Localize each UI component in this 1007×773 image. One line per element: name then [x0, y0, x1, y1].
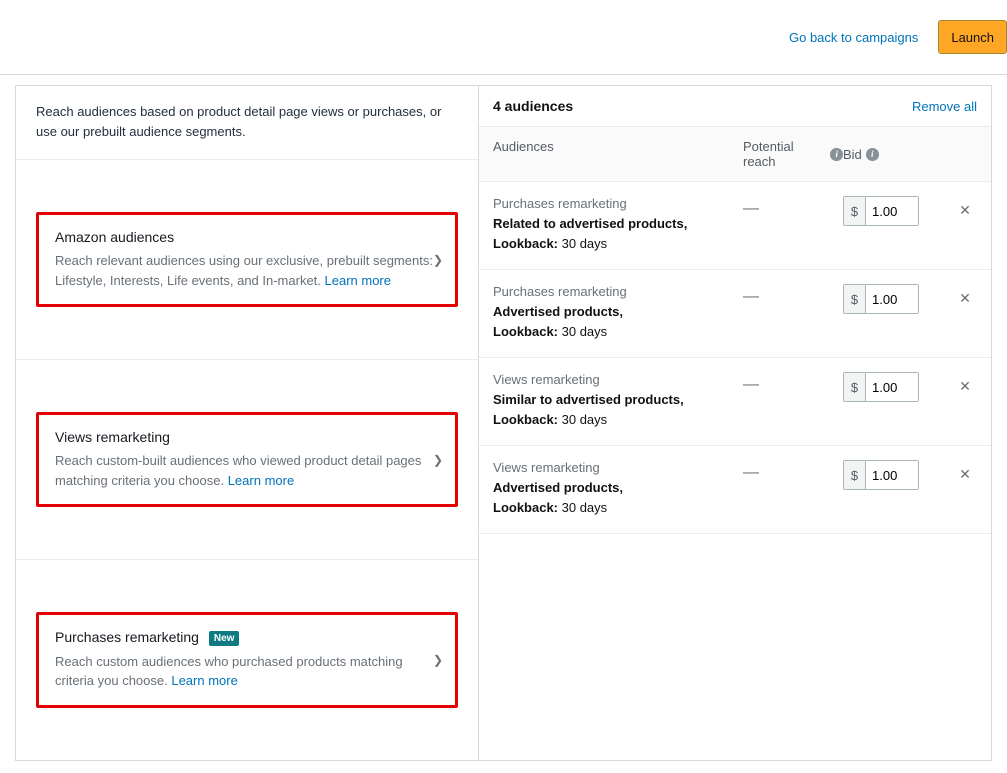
audience-rows: Purchases remarketing Related to advertis… [479, 182, 991, 534]
bid-input-group: $ [843, 460, 919, 490]
card-wrap-views-remarketing: Views remarketing Reach custom-built aud… [16, 360, 478, 560]
audiences-header: 4 audiences Remove all [479, 85, 991, 126]
card-purchases-remarketing[interactable]: Purchases remarketing New Reach custom a… [36, 612, 458, 708]
audience-detail: Similar to advertised products,Lookback:… [493, 390, 743, 429]
selected-audiences-panel: 4 audiences Remove all Audiences Potenti… [479, 85, 991, 760]
learn-more-link[interactable]: Learn more [171, 673, 237, 688]
card-title-text: Purchases remarketing [55, 629, 199, 645]
remove-row-button[interactable]: ✕ [953, 196, 977, 219]
audience-type: Purchases remarketing [493, 284, 743, 299]
card-description: Reach relevant audiences using our exclu… [55, 251, 439, 290]
card-description: Reach custom audiences who purchased pro… [55, 652, 439, 691]
currency-symbol: $ [844, 373, 866, 401]
col-header-reach: Potential reach i [743, 139, 843, 169]
table-row: Views remarketing Advertised products,Loo… [479, 446, 991, 534]
back-to-campaigns-link[interactable]: Go back to campaigns [789, 30, 918, 45]
currency-symbol: $ [844, 197, 866, 225]
remove-all-link[interactable]: Remove all [912, 99, 977, 114]
currency-symbol: $ [844, 285, 866, 313]
learn-more-link[interactable]: Learn more [228, 473, 294, 488]
audience-cell: Purchases remarketing Advertised products… [493, 284, 743, 341]
reach-cell: — [743, 196, 843, 218]
audience-detail: Advertised products,Lookback: 30 days [493, 302, 743, 341]
reach-cell: — [743, 372, 843, 394]
chevron-right-icon: ❯ [433, 453, 443, 467]
main-container: Reach audiences based on product detail … [15, 85, 992, 761]
audience-cell: Views remarketing Advertised products,Loo… [493, 460, 743, 517]
card-amazon-audiences[interactable]: Amazon audiences Reach relevant audience… [36, 212, 458, 307]
chevron-right-icon: ❯ [433, 653, 443, 667]
bid-input[interactable] [866, 373, 918, 401]
bid-cell: $ [843, 284, 953, 314]
audience-type-panel: Reach audiences based on product detail … [16, 85, 479, 760]
bid-cell: $ [843, 460, 953, 490]
remove-row-button[interactable]: ✕ [953, 284, 977, 307]
card-title: Purchases remarketing New [55, 629, 439, 646]
top-bar: Go back to campaigns Launch [0, 0, 1007, 75]
bid-input[interactable] [866, 197, 918, 225]
audience-cell: Views remarketing Similar to advertised p… [493, 372, 743, 429]
intro-text: Reach audiences based on product detail … [16, 85, 478, 160]
bid-input[interactable] [866, 285, 918, 313]
new-badge: New [209, 631, 240, 646]
card-wrap-amazon-audiences: Amazon audiences Reach relevant audience… [16, 160, 478, 360]
audience-type: Views remarketing [493, 372, 743, 387]
card-title: Amazon audiences [55, 229, 439, 245]
table-row: Purchases remarketing Related to advertis… [479, 182, 991, 270]
bid-input-group: $ [843, 284, 919, 314]
card-views-remarketing[interactable]: Views remarketing Reach custom-built aud… [36, 412, 458, 507]
col-header-audiences: Audiences [493, 139, 743, 169]
remove-row-button[interactable]: ✕ [953, 372, 977, 395]
card-wrap-purchases-remarketing: Purchases remarketing New Reach custom a… [16, 560, 478, 760]
remove-row-button[interactable]: ✕ [953, 460, 977, 483]
audience-type: Views remarketing [493, 460, 743, 475]
launch-button[interactable]: Launch [938, 20, 1007, 54]
chevron-right-icon: ❯ [433, 253, 443, 267]
info-icon[interactable]: i [830, 148, 843, 161]
audience-detail: Advertised products,Lookback: 30 days [493, 478, 743, 517]
reach-label: Potential reach [743, 139, 826, 169]
card-description: Reach custom-built audiences who viewed … [55, 451, 439, 490]
table-row: Views remarketing Similar to advertised p… [479, 358, 991, 446]
learn-more-link[interactable]: Learn more [325, 273, 391, 288]
table-row: Purchases remarketing Advertised products… [479, 270, 991, 358]
col-header-remove [953, 139, 977, 169]
audience-cell: Purchases remarketing Related to advertis… [493, 196, 743, 253]
reach-cell: — [743, 284, 843, 306]
currency-symbol: $ [844, 461, 866, 489]
reach-cell: — [743, 460, 843, 482]
audience-type: Purchases remarketing [493, 196, 743, 211]
bid-input-group: $ [843, 372, 919, 402]
bid-input-group: $ [843, 196, 919, 226]
audience-detail: Related to advertised products,Lookback:… [493, 214, 743, 253]
card-title: Views remarketing [55, 429, 439, 445]
info-icon[interactable]: i [866, 148, 879, 161]
bid-cell: $ [843, 196, 953, 226]
bid-cell: $ [843, 372, 953, 402]
bid-label: Bid [843, 147, 862, 162]
col-header-bid: Bid i [843, 139, 953, 169]
table-header: Audiences Potential reach i Bid i [479, 126, 991, 182]
bid-input[interactable] [866, 461, 918, 489]
audiences-count: 4 audiences [493, 98, 573, 114]
